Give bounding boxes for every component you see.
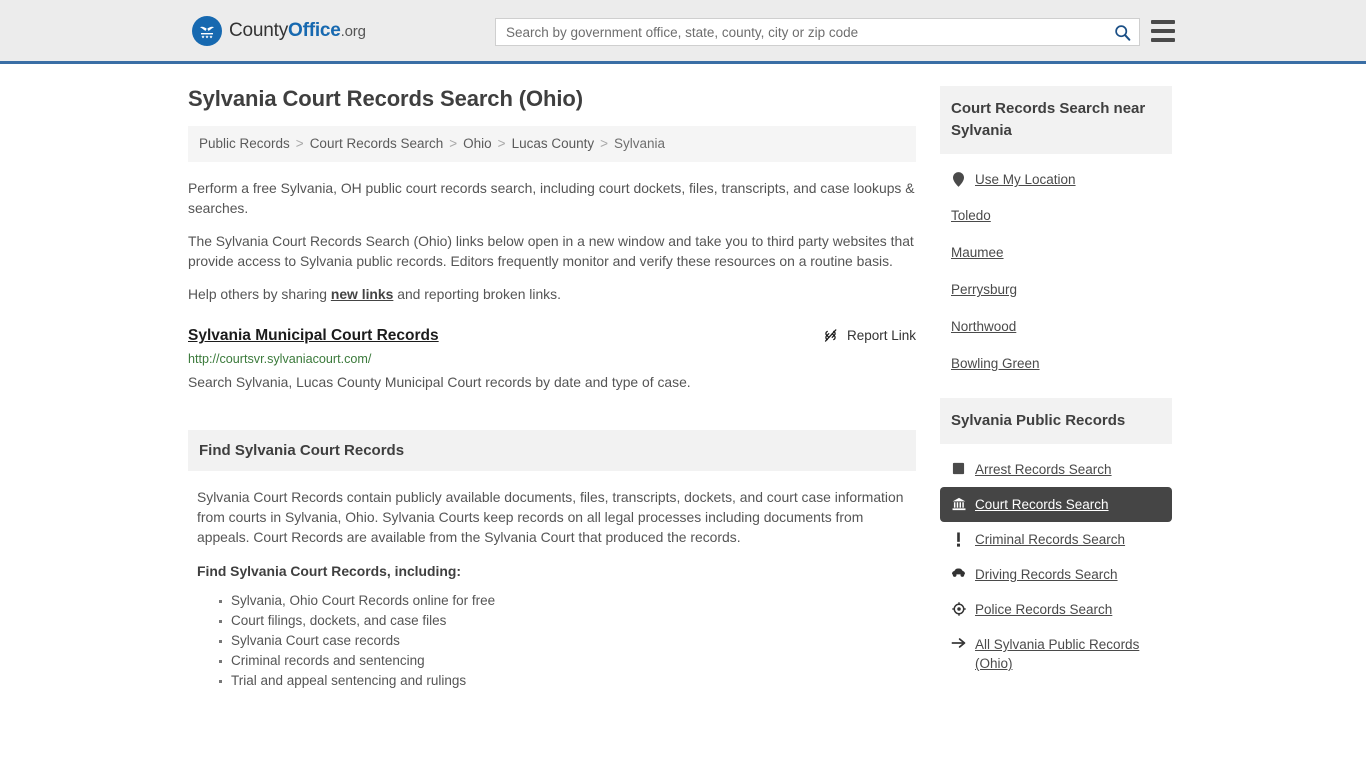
report-link-button[interactable]: Report Link <box>822 326 916 344</box>
sidebar-item-label: Police Records Search <box>975 602 1113 617</box>
sidebar-item-police-records-search[interactable]: Police Records Search <box>940 592 1172 627</box>
sidebar-item-label: Driving Records Search <box>975 567 1118 582</box>
courthouse-icon <box>951 495 966 511</box>
brand-part-county: County <box>229 19 289 41</box>
intro-paragraph-2: The Sylvania Court Records Search (Ohio)… <box>188 233 914 269</box>
breadcrumb-separator: > <box>497 136 506 151</box>
page-title: Sylvania Court Records Search (Ohio) <box>188 86 583 111</box>
result-description: Search Sylvania, Lucas County Municipal … <box>188 374 691 390</box>
sidebar-item-criminal-records-search[interactable]: Criminal Records Search <box>940 522 1172 557</box>
share-text-before: Help others by sharing <box>188 286 331 302</box>
nearby-city-label: Perrysburg <box>951 282 1018 297</box>
sidebar: Court Records Search near Sylvania Use M… <box>940 86 1172 697</box>
breadcrumb-item-sylvania: Sylvania <box>614 136 666 151</box>
list-item: Court filings, dockets, and case files <box>219 611 916 631</box>
find-records-list: Sylvania, Ohio Court Records online for … <box>197 591 916 691</box>
nearby-city-maumee[interactable]: Maumee <box>940 234 1172 271</box>
breadcrumb-separator: > <box>449 136 458 151</box>
sidebar-item-label: Arrest Records Search <box>975 462 1112 477</box>
sidebar-item-driving-records-search[interactable]: Driving Records Search <box>940 557 1172 592</box>
exclamation-icon <box>951 530 966 547</box>
report-link-label: Report Link <box>846 328 916 343</box>
eagle-shield-logo-icon <box>192 15 222 46</box>
broken-link-icon <box>824 329 837 342</box>
sidebar-item-label: Court Records Search <box>975 497 1109 512</box>
find-records-heading: Find Sylvania Court Records <box>188 430 916 471</box>
list-item: Sylvania Court case records <box>219 631 916 651</box>
list-item: Criminal records and sentencing <box>219 651 916 671</box>
nearby-city-toledo[interactable]: Toledo <box>940 197 1172 234</box>
arrow-right-icon <box>951 635 966 649</box>
nearby-city-northwood[interactable]: Northwood <box>940 308 1172 345</box>
page-body: Sylvania Court Records Search (Ohio) Pub… <box>0 64 1366 697</box>
nearby-search-card: Court Records Search near Sylvania Use M… <box>940 86 1172 382</box>
breadcrumb-separator: > <box>600 136 609 151</box>
use-my-location-link[interactable]: Use My Location <box>940 162 1172 197</box>
result-url: http://courtsvr.sylvaniacourt.com/ <box>188 352 372 366</box>
share-text-after: and reporting broken links. <box>393 286 561 302</box>
brand-part-office: Office <box>288 19 341 41</box>
search-bar <box>495 18 1140 46</box>
main-column: Sylvania Court Records Search (Ohio) Pub… <box>188 86 916 697</box>
breadcrumb-item-public-records[interactable]: Public Records <box>199 136 290 151</box>
public-records-card: Sylvania Public Records Arrest Records S… <box>940 398 1172 681</box>
car-icon <box>951 565 966 578</box>
nearby-city-label: Northwood <box>951 319 1017 334</box>
find-records-list-lead: Find Sylvania Court Records, including: <box>197 563 461 579</box>
sidebar-item-court-records-search[interactable]: Court Records Search <box>940 487 1172 522</box>
breadcrumb: Public Records > Court Records Search > Ohio… <box>188 126 916 162</box>
breadcrumb-item-lucas-county[interactable]: Lucas County <box>512 136 595 151</box>
find-records-paragraph: Sylvania Court Records contain publicly … <box>197 489 904 545</box>
brand-part-org: .org <box>340 22 366 40</box>
nearby-city-bowling-green[interactable]: Bowling Green <box>940 345 1172 382</box>
nearby-city-label: Bowling Green <box>951 356 1040 371</box>
map-pin-icon <box>951 170 966 187</box>
intro-text: Perform a free Sylvania, OH public court… <box>188 178 916 304</box>
list-item: Trial and appeal sentencing and rulings <box>219 671 916 691</box>
breadcrumb-item-court-records-search[interactable]: Court Records Search <box>310 136 444 151</box>
nearby-city-label: Maumee <box>951 245 1004 260</box>
search-result-item: Sylvania Municipal Court Records Report … <box>188 326 916 392</box>
site-header: CountyOffice.org <box>0 0 1366 64</box>
list-item: Sylvania, Ohio Court Records online for … <box>219 591 916 611</box>
nearby-search-heading: Court Records Search near Sylvania <box>940 86 1172 154</box>
sidebar-item-label: Criminal Records Search <box>975 532 1126 547</box>
search-input[interactable] <box>496 19 1105 45</box>
sidebar-item-all-public-records[interactable]: All Sylvania Public Records (Ohio) <box>940 627 1172 681</box>
result-title-link[interactable]: Sylvania Municipal Court Records <box>188 326 439 346</box>
intro-paragraph-3: Help others by sharing new links and rep… <box>188 284 916 304</box>
intro-paragraph-1: Perform a free Sylvania, OH public court… <box>188 180 915 216</box>
site-logo-link[interactable]: CountyOffice.org <box>192 15 366 46</box>
use-my-location-label: Use My Location <box>975 172 1076 187</box>
nearby-city-perrysburg[interactable]: Perrysburg <box>940 271 1172 308</box>
hamburger-menu-icon[interactable] <box>1151 20 1175 42</box>
handcuffs-icon <box>951 460 966 475</box>
public-records-heading: Sylvania Public Records <box>940 398 1172 444</box>
site-logo-text: CountyOffice.org <box>229 20 366 42</box>
sidebar-item-arrest-records-search[interactable]: Arrest Records Search <box>940 452 1172 487</box>
sidebar-item-label: All Sylvania Public Records (Ohio) <box>975 637 1140 671</box>
breadcrumb-item-ohio[interactable]: Ohio <box>463 136 492 151</box>
search-icon <box>1114 24 1130 41</box>
search-button[interactable] <box>1105 19 1139 45</box>
breadcrumb-separator: > <box>295 136 304 151</box>
police-badge-icon <box>951 600 966 616</box>
find-records-section: Find Sylvania Court Records Sylvania Cou… <box>188 430 916 691</box>
new-links-link[interactable]: new links <box>331 286 394 302</box>
nearby-city-label: Toledo <box>951 208 991 223</box>
